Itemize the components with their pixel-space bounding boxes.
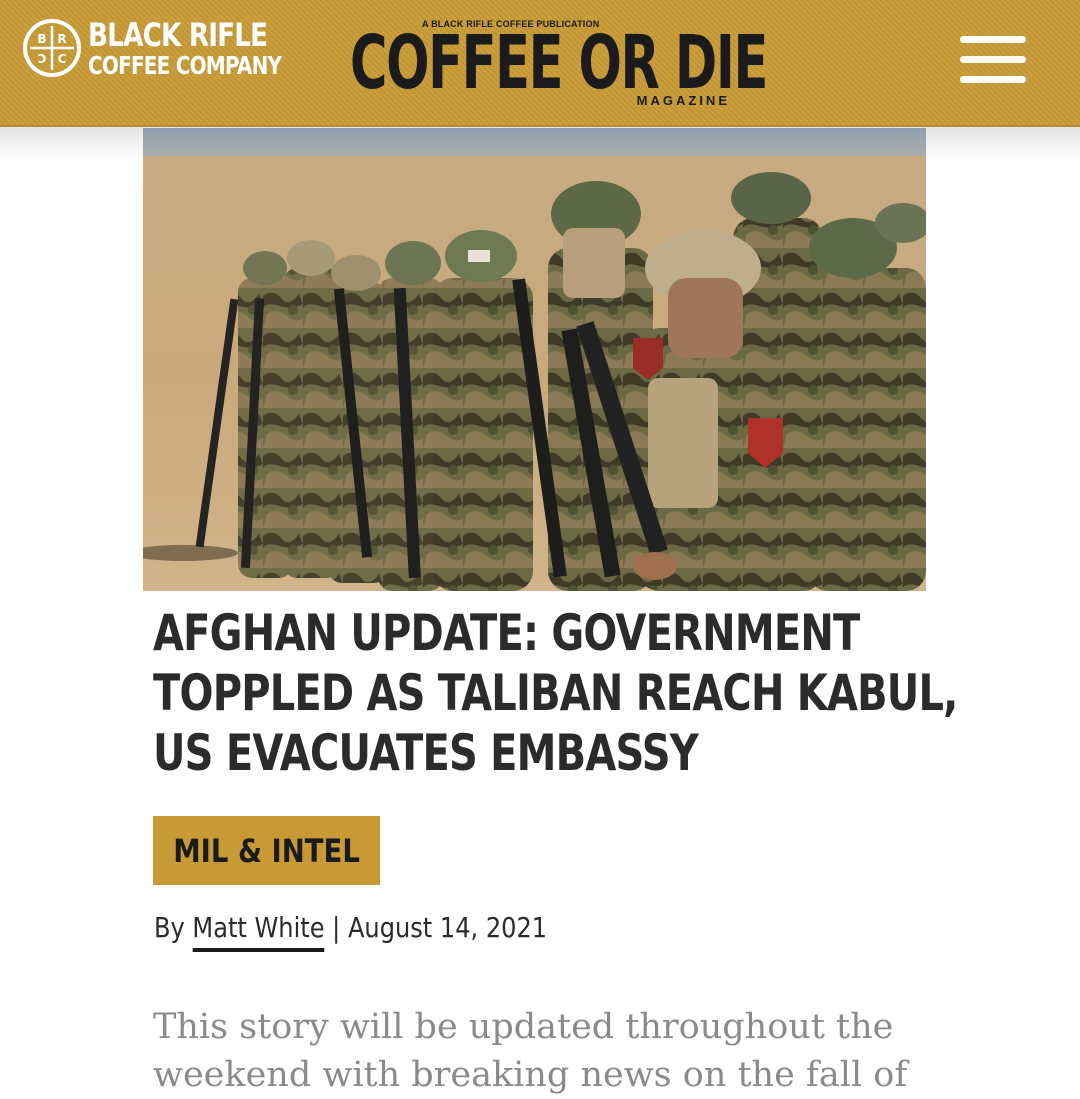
brand-home-link[interactable]: B R C C BLACK RIFLE COFFEE COMPANY: [22, 17, 330, 79]
soldiers-photo: [143, 128, 926, 591]
logo-letter: R: [57, 32, 66, 46]
menu-bar: [960, 76, 1026, 83]
magazine-logo-link[interactable]: A BLACK RIFLE COFFEE PUBLICATION COFFEE …: [350, 16, 768, 112]
hamburger-menu-icon[interactable]: [960, 36, 1026, 84]
logo-letter: B: [37, 32, 46, 46]
brand-name: BLACK RIFLE COFFEE COMPANY: [88, 19, 330, 78]
headline-line: TOPPLED AS TALIBAN REACH KABUL,: [153, 664, 958, 722]
body-line: weekend with breaking news on the fall o…: [153, 1055, 908, 1095]
article-headline: AFGHAN UPDATE: GOVERNMENT TOPPLED AS TAL…: [153, 603, 958, 783]
brand-name-line2: COFFEE COMPANY: [88, 50, 282, 80]
logo-letter: C: [37, 52, 46, 66]
byline: By Matt White | August 14, 2021: [154, 908, 548, 952]
publish-date: August 14, 2021: [347, 911, 548, 944]
article-hero-image[interactable]: [143, 128, 926, 591]
byline-prefix: By: [154, 911, 185, 944]
byline-separator: |: [332, 911, 341, 944]
magazine-subtitle: MAGAZINE: [636, 93, 730, 108]
logo-letter: C: [58, 52, 67, 66]
brand-name-line1: BLACK RIFLE: [88, 15, 268, 54]
body-line: This story will be updated throughout th…: [153, 1007, 894, 1047]
headline-line: AFGHAN UPDATE: GOVERNMENT: [153, 604, 860, 662]
headline-line: US EVACUATES EMBASSY: [153, 724, 699, 782]
article-body: This story will be updated throughout th…: [153, 1003, 913, 1099]
menu-bar: [960, 36, 1026, 43]
category-tag-label: MIL & INTEL: [173, 831, 360, 870]
category-tag-button[interactable]: MIL & INTEL: [153, 816, 380, 885]
author-link[interactable]: Matt White: [192, 911, 325, 952]
site-header: B R C C BLACK RIFLE COFFEE COMPANY A BLA…: [0, 0, 1080, 127]
brcc-logo-icon: B R C C: [23, 19, 81, 77]
menu-bar: [960, 56, 1026, 63]
